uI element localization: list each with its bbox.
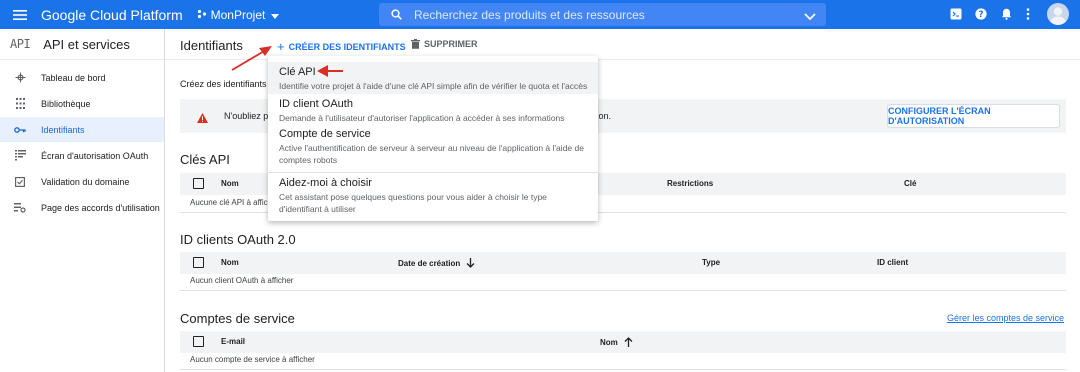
annotation-arrows: [231, 46, 343, 77]
annotation-arrow-api-key: [317, 65, 343, 77]
annotation-arrow-create: [231, 46, 272, 71]
